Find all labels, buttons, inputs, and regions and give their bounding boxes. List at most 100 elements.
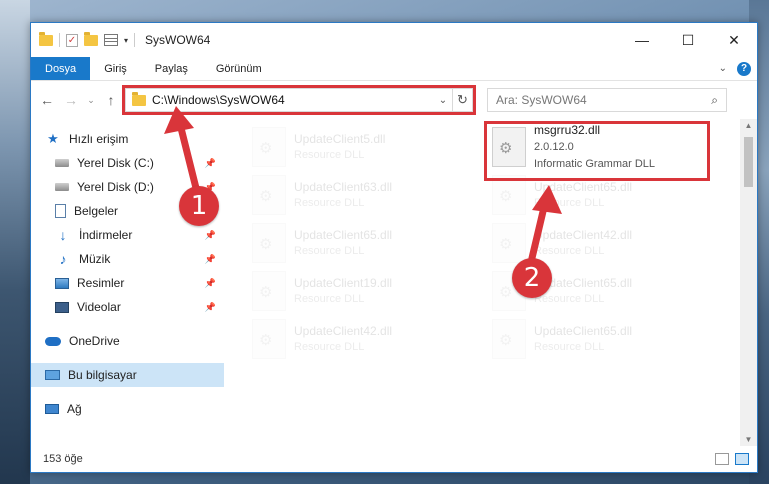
pin-icon: 📌 xyxy=(204,253,216,264)
tab-share[interactable]: Paylaş xyxy=(141,57,202,80)
details-view-icon[interactable] xyxy=(715,453,729,465)
dll-file-icon: ⚙ xyxy=(252,175,286,215)
file-type: Resource DLL xyxy=(534,197,605,209)
refresh-button[interactable]: ↻ xyxy=(452,89,472,111)
scroll-down-icon[interactable]: ▼ xyxy=(740,435,757,444)
up-button[interactable]: ↑ xyxy=(101,92,121,108)
sidebar-item-label: Yerel Disk (D:) xyxy=(77,180,154,194)
file-tile[interactable]: ⚙ UpdateClient19.dll Resource DLL xyxy=(250,267,486,315)
dll-file-icon: ⚙ xyxy=(252,319,286,359)
ribbon-right-controls: ⌄ ? xyxy=(719,57,757,80)
window-controls: — ☐ ✕ xyxy=(619,23,757,57)
disk-icon xyxy=(55,183,69,191)
sidebar-item-downloads[interactable]: ↓ İndirmeler 📌 xyxy=(31,223,224,247)
sidebar-item-label: Videolar xyxy=(77,300,121,314)
search-input[interactable]: Ara: SysWOW64 xyxy=(496,93,587,107)
sidebar-item-onedrive[interactable]: OneDrive xyxy=(31,329,224,353)
document-icon xyxy=(55,204,66,218)
dll-file-icon: ⚙ xyxy=(492,223,526,263)
file-tile[interactable]: ⚙ UpdateClient65.dll Resource DLL xyxy=(490,171,726,219)
file-grid: ⚙ UpdateClient5.dll Resource DLL ⚙ msgrru… xyxy=(250,123,757,363)
forward-button[interactable]: → xyxy=(61,92,81,108)
sidebar-item-label: İndirmeler xyxy=(79,228,133,242)
file-type: Resource DLL xyxy=(534,293,605,305)
network-icon xyxy=(45,404,59,414)
sidebar-item-music[interactable]: ♪ Müzik 📌 xyxy=(31,247,224,271)
file-name: UpdateClient65.dll xyxy=(294,228,393,242)
cloud-icon xyxy=(45,336,61,346)
search-icon[interactable]: ⌕ xyxy=(711,93,718,108)
step-2-badge: 2 xyxy=(512,258,552,298)
status-bar: 153 öğe xyxy=(31,446,757,472)
toolbar-separator xyxy=(59,33,60,47)
vertical-scrollbar[interactable]: ▲ ▼ xyxy=(740,119,757,446)
file-tile[interactable]: ⚙ UpdateClient5.dll Resource DLL xyxy=(250,123,486,171)
sidebar-item-label: Hızlı erişim xyxy=(69,132,129,146)
file-type: Resource DLL xyxy=(534,245,605,257)
address-path[interactable]: C:\Windows\SysWOW64 xyxy=(152,93,434,107)
sidebar-item-disk-c[interactable]: Yerel Disk (C:) 📌 xyxy=(31,151,224,175)
tab-view[interactable]: Görünüm xyxy=(202,57,276,80)
item-count: 153 öğe xyxy=(43,453,83,465)
file-type: Resource DLL xyxy=(294,293,365,305)
address-row: ← → ⌄ ↑ C:\Windows\SysWOW64 ⌄ ↻ Ara: Sys… xyxy=(31,81,757,119)
window-title: SysWOW64 xyxy=(145,33,211,47)
file-tile[interactable]: ⚙ UpdateClient65.dll Resource DLL xyxy=(250,219,486,267)
address-dropdown-icon[interactable]: ⌄ xyxy=(434,95,452,106)
download-icon: ↓ xyxy=(59,227,67,243)
star-icon: ★ xyxy=(47,131,59,146)
properties-check-icon[interactable]: ✓ xyxy=(66,33,78,47)
recent-locations-dropdown[interactable]: ⌄ xyxy=(85,95,97,106)
pin-icon: 📌 xyxy=(204,157,216,168)
dll-file-icon: ⚙ xyxy=(492,319,526,359)
sidebar-item-this-pc[interactable]: Bu bilgisayar xyxy=(31,363,224,387)
tiles-view-icon[interactable] xyxy=(735,453,749,465)
sidebar-item-label: Bu bilgisayar xyxy=(68,368,137,382)
file-type: Resource DLL xyxy=(294,341,365,353)
tab-home[interactable]: Giriş xyxy=(90,57,141,80)
scrollbar-thumb[interactable] xyxy=(744,137,753,187)
content-area: ★ Hızlı erişim Yerel Disk (C:) 📌 Yerel D… xyxy=(31,119,757,446)
sidebar-item-label: Resimler xyxy=(77,276,125,290)
expand-ribbon-icon[interactable]: ⌄ xyxy=(719,63,727,74)
properties-icon[interactable] xyxy=(104,34,118,46)
pictures-icon xyxy=(55,277,69,289)
help-icon[interactable]: ? xyxy=(737,61,751,76)
pin-icon: 📌 xyxy=(204,277,216,288)
sidebar-item-network[interactable]: Ağ xyxy=(31,397,224,421)
navigation-pane: ★ Hızlı erişim Yerel Disk (C:) 📌 Yerel D… xyxy=(31,119,224,446)
minimize-button[interactable]: — xyxy=(619,23,665,57)
scroll-up-icon[interactable]: ▲ xyxy=(740,121,757,130)
toolbar-separator xyxy=(134,33,136,47)
file-tile[interactable]: ⚙ UpdateClient63.dll Resource DLL xyxy=(250,171,486,219)
file-name: UpdateClient19.dll xyxy=(294,276,393,290)
title-bar: ✓ ▾ SysWOW64 — ☐ ✕ xyxy=(31,23,757,57)
disk-icon xyxy=(55,159,69,167)
step-1-badge: 1 xyxy=(179,186,219,226)
sidebar-item-label: Müzik xyxy=(79,252,111,266)
sidebar-item-videos[interactable]: Videolar 📌 xyxy=(31,295,224,319)
file-name: UpdateClient65.dll xyxy=(534,324,633,338)
file-tile[interactable]: ⚙ UpdateClient42.dll Resource DLL xyxy=(250,315,486,363)
video-icon xyxy=(55,301,69,313)
sidebar-item-quick-access[interactable]: ★ Hızlı erişim xyxy=(31,127,224,151)
view-toggles xyxy=(715,453,749,465)
file-type: Resource DLL xyxy=(294,149,365,161)
file-name: msgrru32.dll xyxy=(534,122,601,137)
file-tile-msgrru32[interactable]: ⚙ msgrru32.dll 2.0.12.0 Informatic Gramm… xyxy=(490,123,726,171)
pin-icon: 📌 xyxy=(204,301,216,312)
file-tile[interactable]: ⚙ UpdateClient65.dll Resource DLL xyxy=(490,315,726,363)
file-list: ⚙ UpdateClient5.dll Resource DLL ⚙ msgrru… xyxy=(224,119,757,446)
tab-file[interactable]: Dosya xyxy=(31,57,91,80)
address-bar[interactable]: C:\Windows\SysWOW64 ⌄ ↻ xyxy=(122,85,476,115)
customize-toolbar-dropdown-icon[interactable]: ▾ xyxy=(124,36,128,45)
back-button[interactable]: ← xyxy=(37,92,57,108)
maximize-button[interactable]: ☐ xyxy=(665,23,711,57)
file-name: UpdateClient65.dll xyxy=(534,180,633,194)
sidebar-item-pictures[interactable]: Resimler 📌 xyxy=(31,271,224,295)
file-name: UpdateClient63.dll xyxy=(294,180,393,194)
search-box[interactable]: Ara: SysWOW64 ⌕ xyxy=(487,88,727,112)
new-folder-icon[interactable] xyxy=(84,31,98,46)
close-button[interactable]: ✕ xyxy=(711,23,757,57)
ribbon-tabs: Dosya Giriş Paylaş Görünüm ⌄ ? xyxy=(31,57,757,81)
